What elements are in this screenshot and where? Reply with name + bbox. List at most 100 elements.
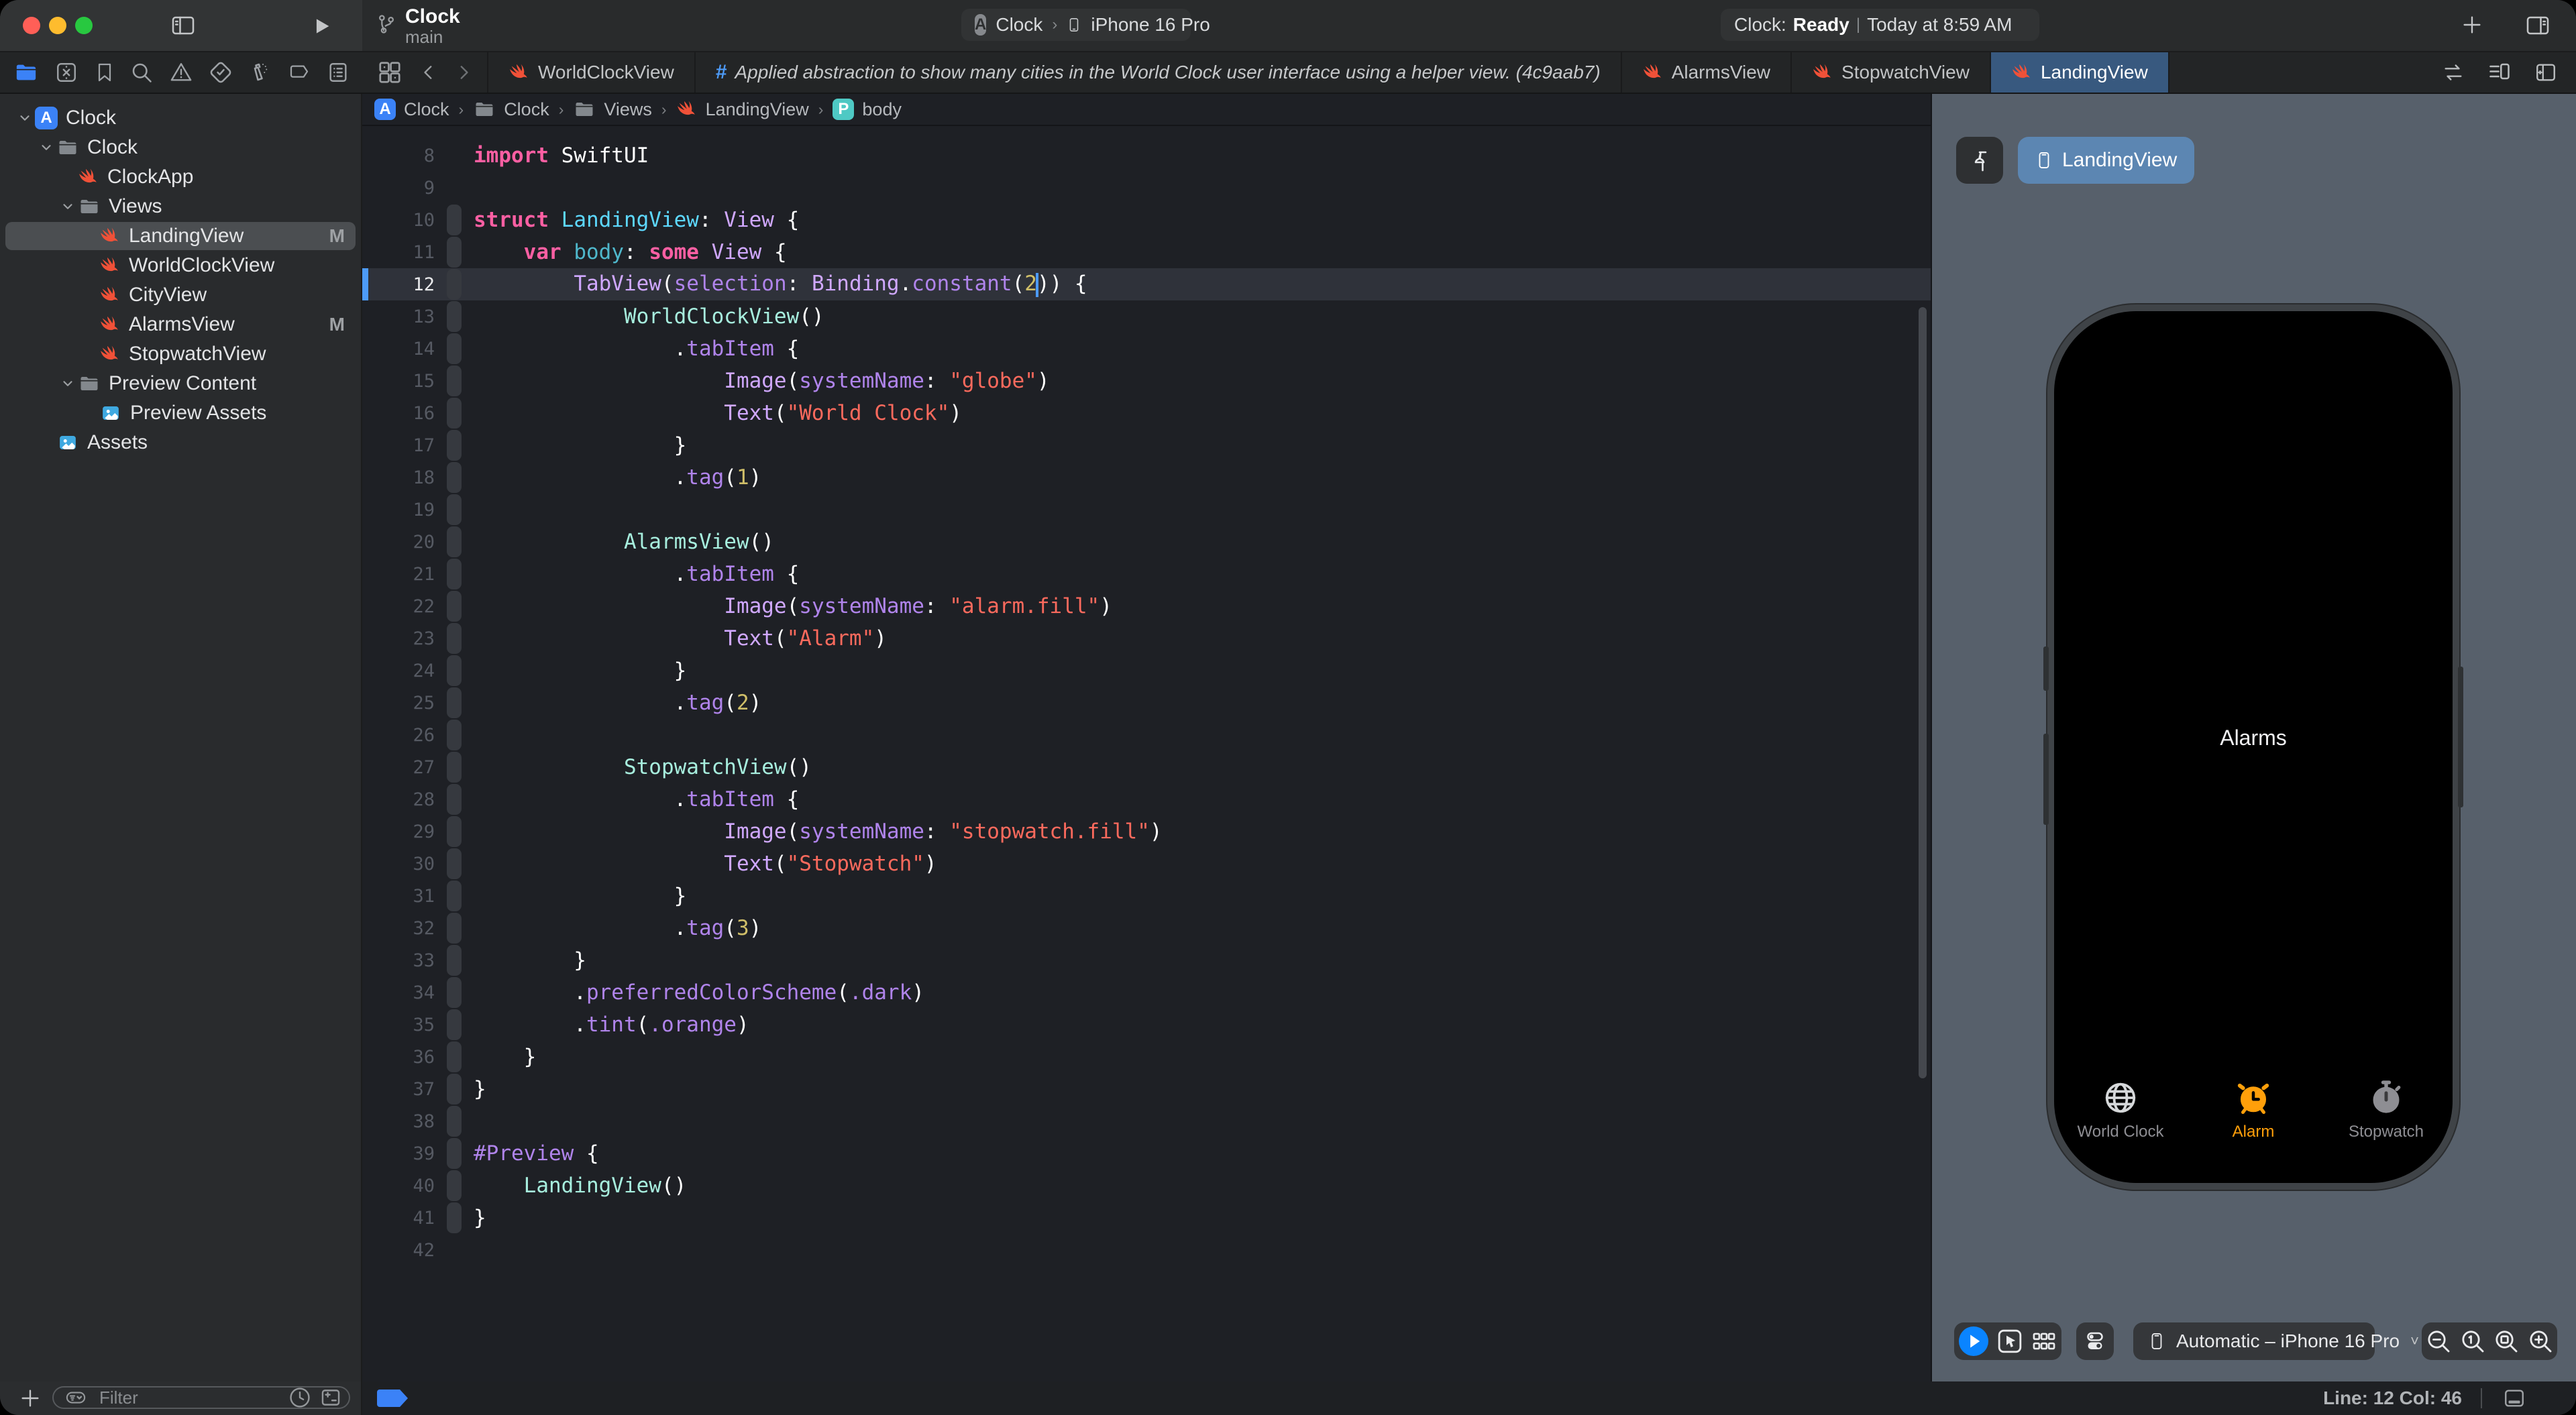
fold-ribbon[interactable] [445, 268, 463, 300]
fold-ribbon[interactable] [445, 687, 463, 719]
report-navigator-icon[interactable] [327, 60, 350, 84]
run-button[interactable] [310, 15, 333, 38]
library-plus-icon[interactable] [2461, 13, 2483, 36]
fold-ribbon[interactable] [445, 1041, 463, 1073]
editor-options-icon[interactable] [2486, 60, 2513, 84]
code-line-27[interactable]: 27 StopwatchView() [362, 751, 1931, 783]
editor-scrollbar[interactable] [1919, 307, 1927, 1078]
fold-ribbon[interactable] [445, 300, 463, 333]
breakpoint-navigator-icon[interactable] [286, 62, 313, 83]
fold-ribbon[interactable] [445, 944, 463, 976]
zoom-100-icon[interactable] [2459, 1328, 2486, 1355]
sidebar-item-clock[interactable]: AClock [0, 103, 361, 133]
fold-ribbon[interactable] [445, 558, 463, 590]
breadcrumb-item-landingview[interactable]: LandingView [676, 99, 809, 120]
code-line-33[interactable]: 33 } [362, 944, 1931, 976]
code-line-31[interactable]: 31 } [362, 880, 1931, 912]
activity-status[interactable]: Clock: Ready | Today at 8:59 AM [1721, 9, 2039, 41]
fold-ribbon[interactable] [445, 622, 463, 655]
fold-ribbon[interactable] [445, 365, 463, 397]
code-line-40[interactable]: 40 LandingView() [362, 1170, 1931, 1202]
sidebar-item-worldclockview[interactable]: WorldClockView [0, 251, 361, 280]
iphone-preview[interactable]: Alarms World ClockAlarmStopwatch [2047, 304, 2459, 1190]
fold-ribbon[interactable] [445, 1170, 463, 1202]
disclosure-chevron-icon[interactable] [60, 199, 78, 214]
fold-ribbon[interactable] [445, 751, 463, 783]
code-line-10[interactable]: 10struct LandingView: View { [362, 204, 1931, 236]
jump-bar[interactable]: AClock›Clock›Views›LandingView›Pbody [362, 94, 1931, 126]
code-line-26[interactable]: 26 [362, 719, 1931, 751]
scheme-selector[interactable]: A Clock › iPhone 16 Pro [961, 9, 1191, 41]
recent-filter-icon[interactable] [288, 1386, 311, 1409]
toggle-inspector-icon[interactable] [2524, 13, 2552, 38]
sidebar-item-assets[interactable]: Assets [0, 428, 361, 457]
fold-ribbon[interactable] [445, 848, 463, 880]
code-line-23[interactable]: 23 Text("Alarm") [362, 622, 1931, 655]
code-line-38[interactable]: 38 [362, 1105, 1931, 1137]
variants-button[interactable] [2030, 1328, 2058, 1354]
fold-ribbon[interactable] [445, 204, 463, 236]
code-line-34[interactable]: 34 .preferredColorScheme(.dark) [362, 976, 1931, 1009]
fold-ribbon[interactable] [445, 1202, 463, 1234]
fold-ribbon[interactable] [445, 236, 463, 268]
sidebar-item-stopwatchview[interactable]: StopwatchView [0, 339, 361, 369]
code-line-8[interactable]: 8import SwiftUI [362, 139, 1931, 172]
filter-field[interactable]: Filter [52, 1386, 350, 1409]
sidebar-item-landingview[interactable]: LandingViewM [0, 221, 361, 251]
pin-preview-button[interactable] [1956, 137, 2003, 184]
fold-ribbon[interactable] [445, 1234, 463, 1266]
code-line-35[interactable]: 35 .tint(.orange) [362, 1009, 1931, 1041]
zoom-window-button[interactable] [75, 17, 93, 34]
phone-tab-alarm[interactable]: Alarm [2187, 1080, 2320, 1141]
fold-ribbon[interactable] [445, 397, 463, 429]
code-line-36[interactable]: 36 } [362, 1041, 1931, 1073]
fold-ribbon[interactable] [445, 783, 463, 815]
source-control-navigator-icon[interactable] [54, 61, 79, 84]
toggle-sidebar-icon[interactable] [169, 13, 197, 38]
fold-ribbon[interactable] [445, 429, 463, 461]
editor-tab-landingview[interactable]: LandingView [1990, 52, 2169, 93]
device-settings-button[interactable] [2076, 1322, 2114, 1360]
sidebar-item-preview-content[interactable]: Preview Content [0, 369, 361, 398]
project-navigator-icon[interactable] [13, 61, 40, 84]
find-navigator-icon[interactable] [129, 60, 154, 84]
sidebar-item-preview-assets[interactable]: Preview Assets [0, 398, 361, 428]
close-window-button[interactable] [23, 17, 40, 34]
swap-editor-icon[interactable] [2440, 61, 2466, 84]
disclosure-chevron-icon[interactable] [60, 376, 78, 391]
phone-tab-world-clock[interactable]: World Clock [2054, 1080, 2187, 1141]
fold-ribbon[interactable] [445, 461, 463, 494]
fold-ribbon[interactable] [445, 912, 463, 944]
code-line-32[interactable]: 32 .tag(3) [362, 912, 1931, 944]
zoom-in-icon[interactable] [2527, 1328, 2554, 1355]
code-line-41[interactable]: 41} [362, 1202, 1931, 1234]
code-line-22[interactable]: 22 Image(systemName: "alarm.fill") [362, 590, 1931, 622]
code-line-37[interactable]: 37} [362, 1073, 1931, 1105]
code-line-14[interactable]: 14 .tabItem { [362, 333, 1931, 365]
sidebar-item-views[interactable]: Views [0, 192, 361, 221]
code-line-11[interactable]: 11 var body: some View { [362, 236, 1931, 268]
editor-tab-commit[interactable]: #Applied abstraction to show many cities… [694, 52, 1621, 93]
sidebar-item-cityview[interactable]: CityView [0, 280, 361, 310]
live-preview-button[interactable] [1957, 1325, 1990, 1357]
fold-ribbon[interactable] [445, 172, 463, 204]
zoom-out-icon[interactable] [2425, 1328, 2452, 1355]
sidebar-item-clock[interactable]: Clock [0, 133, 361, 162]
fold-ribbon[interactable] [445, 1073, 463, 1105]
breakpoint-indicator[interactable] [377, 1390, 408, 1407]
fold-ribbon[interactable] [445, 976, 463, 1009]
add-editor-icon[interactable] [2533, 61, 2559, 84]
code-line-25[interactable]: 25 .tag(2) [362, 687, 1931, 719]
code-line-19[interactable]: 19 [362, 494, 1931, 526]
code-line-24[interactable]: 24 } [362, 655, 1931, 687]
zoom-fit-icon[interactable] [2493, 1328, 2520, 1355]
code-line-18[interactable]: 18 .tag(1) [362, 461, 1931, 494]
related-items-icon[interactable] [377, 60, 402, 85]
go-forward-icon[interactable] [455, 60, 472, 84]
editor-layout-icon[interactable] [2501, 1387, 2528, 1410]
code-line-20[interactable]: 20 AlarmsView() [362, 526, 1931, 558]
fold-ribbon[interactable] [445, 655, 463, 687]
code-line-39[interactable]: 39#Preview { [362, 1137, 1931, 1170]
filter-menu-icon[interactable] [60, 1388, 91, 1408]
breadcrumb-item-views[interactable]: Views [573, 99, 652, 120]
